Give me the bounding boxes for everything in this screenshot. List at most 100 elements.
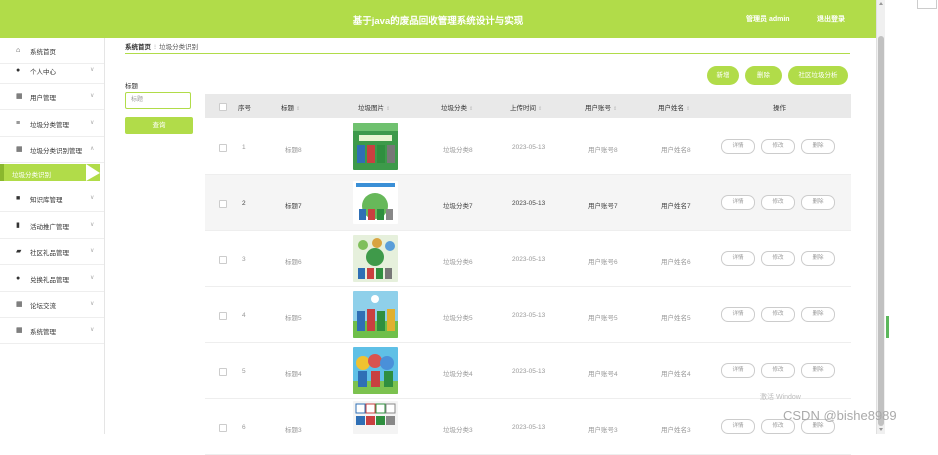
row-delete-button[interactable]: 删除 [801,307,835,322]
sidebar: ⌂ 系统首页 ● 个人中心 ∨ ▦ 用户管理 ∨ ≡ 垃圾分类管理 ∨ ▦ 垃圾… [0,38,105,434]
cell-no: 1 [242,144,246,151]
edit-button[interactable]: 修改 [761,195,795,210]
cell-title: 标题7 [285,203,302,210]
breadcrumb: 系统首页 ⁝ 垃圾分类识别 [125,41,198,51]
active-stripe [0,164,4,181]
sidebar-item-users[interactable]: ▦ 用户管理 ∨ [0,84,104,110]
table-row: 4 标题5 垃圾分类5 2023-05-13 用户账号5 用户姓名5 详情 修改… [205,287,851,343]
list-icon: ≡ [16,120,21,127]
sidebar-item-knowledge[interactable]: ■ 知识库管理 ∨ [0,186,104,212]
waste-image [353,181,398,224]
cell-name: 用户姓名5 [661,315,691,322]
detail-button[interactable]: 详情 [721,307,755,322]
column-header-time[interactable]: 上传时间 ⇕ [510,102,542,112]
row-checkbox[interactable] [219,368,227,376]
column-header-image[interactable]: 垃圾图片 ⇕ [358,102,390,112]
sidebar-item-gift[interactable]: ▰ 社区礼品管理 ∨ [0,239,104,265]
cell-account: 用户账号7 [588,203,618,210]
cell-time: 2023-05-13 [512,424,546,431]
edit-button[interactable]: 修改 [761,251,795,266]
table-row: 5 标题4 垃圾分类4 2023-05-13 用户账号4 用户姓名4 详情 修改… [205,343,851,399]
sidebar-item-label: 用户管理 [30,95,56,102]
detail-button[interactable]: 详情 [721,195,755,210]
grid-icon: ▦ [16,146,23,153]
waste-image [353,235,398,282]
chevron-down-icon: ∨ [90,120,95,126]
cell-title: 标题3 [285,427,302,434]
app-title: 基于java的废品回收管理系统设计与实现 [352,16,524,27]
delete-button[interactable]: 删除 [745,66,782,85]
sidebar-item-label: 论坛交流 [30,303,56,310]
search-button[interactable]: 查询 [125,117,193,134]
user-icon: ● [16,275,21,282]
select-all-checkbox[interactable] [219,103,227,111]
sidebar-item-label: 垃圾分类识别管理 [30,148,82,155]
edit-button[interactable]: 修改 [761,139,795,154]
sidebar-item-profile[interactable]: ● 个人中心 ∨ [0,58,104,84]
table-row: 6 标题3 垃圾分类3 2023-05-13 用户账号3 用户姓名3 详情 修改… [205,399,851,455]
column-header-title[interactable]: 标题 ⇕ [281,102,300,112]
vertical-scrollbar[interactable] [876,0,885,434]
detail-button[interactable]: 详情 [721,363,755,378]
row-delete-button[interactable]: 删除 [801,363,835,378]
search-input[interactable]: 标题 [125,92,191,109]
detail-button[interactable]: 详情 [721,419,755,434]
detail-button[interactable]: 详情 [721,139,755,154]
breadcrumb-home[interactable]: 系统首页 [125,44,151,51]
row-checkbox[interactable] [219,424,227,432]
cell-name: 用户姓名4 [661,371,691,378]
column-header-category[interactable]: 垃圾分类 ⇕ [441,102,473,112]
detail-button[interactable]: 详情 [721,251,755,266]
sidebar-item-waste-category[interactable]: ≡ 垃圾分类管理 ∨ [0,111,104,137]
scroll-up-arrow[interactable] [879,2,883,5]
chevron-down-icon: ∨ [90,67,95,73]
scroll-down-arrow[interactable] [879,428,883,431]
sidebar-item-label: 活动推广管理 [30,224,69,231]
sort-icon: ⇕ [469,106,474,112]
row-delete-button[interactable]: 删除 [801,195,835,210]
sidebar-item-redeem[interactable]: ● 兑换礼品管理 ∨ [0,266,104,292]
monitor-icon: ■ [16,195,21,202]
cell-category: 垃圾分类8 [443,147,473,154]
row-checkbox[interactable] [219,256,227,264]
analysis-button[interactable]: 社区垃圾分析 [788,66,848,85]
chevron-down-icon: ∨ [90,93,95,99]
cell-category: 垃圾分类5 [443,315,473,322]
add-button[interactable]: 新增 [707,66,739,85]
row-delete-button[interactable]: 删除 [801,251,835,266]
cell-account: 用户账号6 [588,259,618,266]
sidebar-item-forum[interactable]: ▦ 论坛交流 ∨ [0,292,104,318]
chevron-up-icon: ∧ [90,146,95,152]
column-header-name[interactable]: 用户姓名 ⇕ [658,102,690,112]
cell-title: 标题4 [285,371,302,378]
logout-link[interactable]: 退出登录 [817,14,845,24]
edit-button[interactable]: 修改 [761,307,795,322]
cell-time: 2023-05-13 [512,144,546,151]
column-header-actions: 操作 [773,105,786,112]
chevron-down-icon: ∨ [90,195,95,201]
row-delete-button[interactable]: 删除 [801,139,835,154]
cell-category: 垃圾分类3 [443,427,473,434]
cell-no: 6 [242,424,246,431]
chevron-down-icon: ∨ [90,222,95,228]
sidebar-item-activity[interactable]: ▮ 活动推广管理 ∨ [0,213,104,239]
row-checkbox[interactable] [219,144,227,152]
cell-time: 2023-05-13 [512,256,546,263]
row-checkbox[interactable] [219,312,227,320]
sidebar-subitem-recognition[interactable]: 垃圾分类识别 [0,164,100,181]
waste-image [353,401,398,434]
waste-image [353,347,398,394]
cell-name: 用户姓名7 [661,203,691,210]
column-header-account[interactable]: 用户账号 ⇕ [585,102,617,112]
search-label: 标题 [125,83,138,90]
csdn-watermark: CSDN @bishe8989 [783,408,897,423]
sidebar-item-waste-recognition[interactable]: ▦ 垃圾分类识别管理 ∧ [0,137,104,163]
row-checkbox[interactable] [219,200,227,208]
scrollbar-thumb[interactable] [878,36,884,426]
sort-icon: ⇕ [686,106,691,112]
cell-no: 5 [242,368,246,375]
sidebar-item-system[interactable]: ▦ 系统管理 ∨ [0,318,104,344]
outer-margin [885,0,938,434]
chevron-down-icon: ∨ [90,248,95,254]
edit-button[interactable]: 修改 [761,363,795,378]
